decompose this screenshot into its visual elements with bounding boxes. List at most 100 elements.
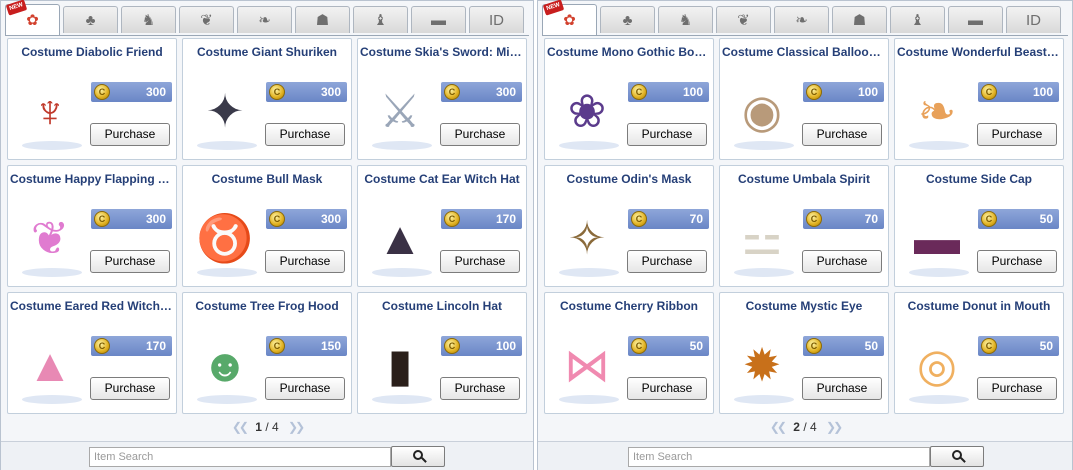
item-shadow (734, 268, 794, 277)
tab-ticket[interactable]: ▬ (948, 6, 1003, 33)
purchase-button[interactable]: Purchase (627, 123, 707, 146)
purchase-button[interactable]: Purchase (627, 377, 707, 400)
item-card: Costume Giant Shuriken ✦ C 300 Purchase (182, 38, 352, 160)
item-search-input[interactable]: Item Search (89, 447, 391, 467)
purchase-button[interactable]: Purchase (627, 250, 707, 273)
purchase-button[interactable]: Purchase (440, 123, 520, 146)
item-name: Costume Odin's Mask (566, 172, 692, 186)
new-badge: NEW (5, 0, 28, 16)
purchase-button[interactable]: Purchase (265, 377, 345, 400)
tab-id-card[interactable]: ID (469, 6, 524, 33)
tab-horned-helm[interactable]: ♞ (658, 6, 713, 33)
search-button[interactable] (391, 446, 445, 467)
shuriken-icon: ✦ (205, 85, 245, 137)
item-shadow (22, 395, 82, 404)
coin-icon: C (269, 211, 285, 227)
tab-sparkle[interactable]: ✿ NEW (5, 0, 60, 35)
purchase-button[interactable]: Purchase (90, 123, 170, 146)
tab-wolf[interactable]: ♝ (353, 6, 408, 33)
item-shadow (197, 141, 257, 150)
item-name: Costume Eared Red Witch H... (10, 299, 176, 313)
item-name: Costume Mono Gothic Bonnet (547, 45, 713, 59)
item-card: Costume Mystic Eye ✹ C 50 Purchase (719, 292, 889, 414)
new-badge: NEW (542, 0, 565, 16)
wings-icon: ❧ (795, 11, 808, 29)
purchase-button[interactable]: Purchase (802, 377, 882, 400)
item-card: Costume Cat Ear Witch Hat ▲ C 170 Purchase (357, 165, 527, 287)
tab-ticket[interactable]: ▬ (411, 6, 466, 33)
sparkle-icon: ✿ (26, 11, 39, 29)
tab-wolf[interactable]: ♝ (890, 6, 945, 33)
item-shadow (909, 395, 969, 404)
purchase-button[interactable]: Purchase (977, 250, 1057, 273)
item-price: 70 (864, 212, 878, 226)
item-name: Costume Side Cap (925, 172, 1033, 186)
cash-shop-screenshot: ✿ NEW ♣ ♞ ❦ ❧ ☗ ♝ ▬ ID Costume Diabolic Friend ♆ C 3… (0, 0, 1073, 470)
price-bar: C 100 (628, 82, 709, 102)
item-price: 50 (689, 339, 703, 353)
tab-cat-ears[interactable]: ♣ (63, 6, 118, 33)
purchase-button[interactable]: Purchase (802, 123, 882, 146)
item-price: 170 (145, 339, 166, 353)
item-card: Costume Happy Flapping An... ❦ C 300 Purchas… (7, 165, 177, 287)
page-separator: / (799, 420, 810, 434)
helmet-icon: ☗ (315, 11, 330, 29)
item-image: ♉ (187, 193, 263, 283)
tab-helmet[interactable]: ☗ (832, 6, 887, 33)
item-card: Costume Mono Gothic Bonnet ❀ C 100 Purchase (544, 38, 714, 160)
item-shadow (734, 141, 794, 150)
page-current: 1 (255, 420, 262, 434)
id-card-icon: ID (1026, 11, 1041, 29)
tab-cat-ears[interactable]: ♣ (600, 6, 655, 33)
purchase-button[interactable]: Purchase (977, 123, 1057, 146)
price-bar: C 100 (978, 82, 1059, 102)
tab-helmet[interactable]: ☗ (295, 6, 350, 33)
item-search-input[interactable]: Item Search (628, 447, 930, 467)
item-name: Costume Donut in Mouth (907, 299, 1051, 313)
item-shadow (372, 268, 432, 277)
price-bar: C 70 (628, 209, 709, 229)
page-total: 4 (810, 420, 817, 434)
purchase-button[interactable]: Purchase (90, 250, 170, 273)
coin-icon: C (631, 84, 647, 100)
cat-ears-icon: ♣ (622, 11, 633, 29)
item-shadow (559, 395, 619, 404)
purchase-button[interactable]: Purchase (977, 377, 1057, 400)
search-button[interactable] (930, 446, 984, 467)
purchase-button[interactable]: Purchase (440, 377, 520, 400)
tab-horned-helm[interactable]: ♞ (121, 6, 176, 33)
price-bar: C 300 (266, 209, 347, 229)
item-image: ❀ (549, 66, 625, 156)
cat-ears-icon: ♣ (85, 11, 96, 29)
tab-sparkle[interactable]: ✿ NEW (542, 0, 597, 35)
purchase-button[interactable]: Purchase (440, 250, 520, 273)
item-card: Costume Tree Frog Hood ☻ C 150 Purchase (182, 292, 352, 414)
purchase-button[interactable]: Purchase (265, 250, 345, 273)
price-bar: C 300 (91, 209, 172, 229)
leaf-icon: ❦ (200, 11, 213, 29)
item-name: Costume Diabolic Friend (21, 45, 163, 59)
item-shadow (909, 141, 969, 150)
leaf-icon: ❦ (737, 11, 750, 29)
tab-id-card[interactable]: ID (1006, 6, 1061, 33)
next-page-icon[interactable]: ❯❯ (826, 420, 843, 434)
item-name: Costume Tree Frog Hood (195, 299, 339, 313)
item-shadow (559, 141, 619, 150)
tab-leaf[interactable]: ❦ (716, 6, 771, 33)
prev-page-icon[interactable]: ❮❮ (770, 420, 787, 434)
purchase-button[interactable]: Purchase (265, 123, 345, 146)
item-name: Costume Cat Ear Witch Hat (364, 172, 520, 186)
price-bar: C 100 (441, 336, 522, 356)
tab-leaf[interactable]: ❦ (179, 6, 234, 33)
shop-panel-page-2: ✿ NEW ♣ ♞ ❦ ❧ ☗ ♝ ▬ ID Costume Mono Gothic Bonnet… (537, 0, 1073, 470)
purchase-button[interactable]: Purchase (90, 377, 170, 400)
coin-icon: C (94, 84, 110, 100)
next-page-icon[interactable]: ❯❯ (288, 420, 305, 434)
prev-page-icon[interactable]: ❮❮ (232, 420, 249, 434)
tab-wings[interactable]: ❧ (774, 6, 829, 33)
purchase-button[interactable]: Purchase (802, 250, 882, 273)
tab-wings[interactable]: ❧ (237, 6, 292, 33)
coin-icon: C (269, 84, 285, 100)
odin-mask-icon: ✧ (567, 212, 607, 264)
item-image: ⚔ (362, 66, 438, 156)
